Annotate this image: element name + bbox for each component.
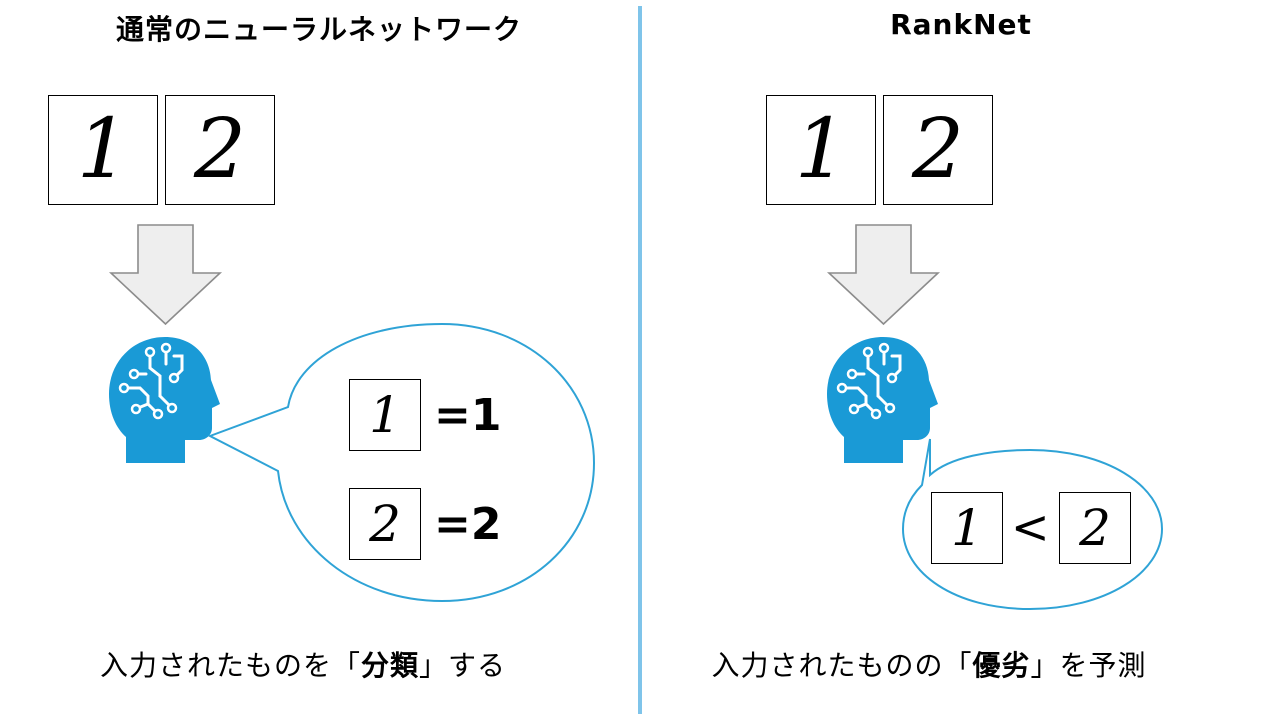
speech-bubble-icon [207,322,596,603]
caption-emphasis: 優劣 [972,649,1031,682]
digit-text: 1 [794,102,848,197]
digit-text: 2 [193,102,247,197]
caption-close-bracket: 」 [1030,649,1060,682]
digit-text: 2 [1079,499,1111,557]
down-arrow-icon [108,224,223,326]
right-title: RankNet [890,8,1032,41]
caption-text: 入力されたものの [711,649,944,682]
digit-text: 2 [369,495,401,553]
caption-emphasis: 分類 [360,649,419,682]
left-output-label-1: =1 [434,390,502,441]
caption-close-bracket: 」 [419,649,449,682]
caption-text-end: する [448,649,507,682]
compare-operator: < [1011,500,1050,554]
caption-open-bracket: 「 [943,649,973,682]
caption-text: 入力されたものを [99,649,332,682]
digit-text: 1 [369,386,401,444]
left-output-label-2: =2 [434,499,502,550]
right-input-digit-1: 1 [766,95,876,205]
left-output-digit-1: 1 [349,379,421,451]
digit-text: 1 [951,499,983,557]
digit-text: 1 [76,102,130,197]
panel-divider [638,6,642,714]
right-compare-digit-2: 2 [1059,492,1131,564]
left-input-digit-2: 2 [165,95,275,205]
right-caption: 入力されたものの「優劣」を予測 [610,644,1248,684]
left-title: 通常のニューラルネットワーク [115,13,522,46]
digit-text: 2 [911,102,965,197]
caption-open-bracket: 「 [331,649,361,682]
left-input-digit-1: 1 [48,95,158,205]
ai-head-icon [109,337,220,463]
caption-text-end: を予測 [1059,649,1147,682]
down-arrow-icon [826,224,941,326]
right-input-digit-2: 2 [883,95,993,205]
left-output-digit-2: 2 [349,488,421,560]
right-compare-digit-1: 1 [931,492,1003,564]
left-caption: 入力されたものを「分類」する [0,644,622,684]
